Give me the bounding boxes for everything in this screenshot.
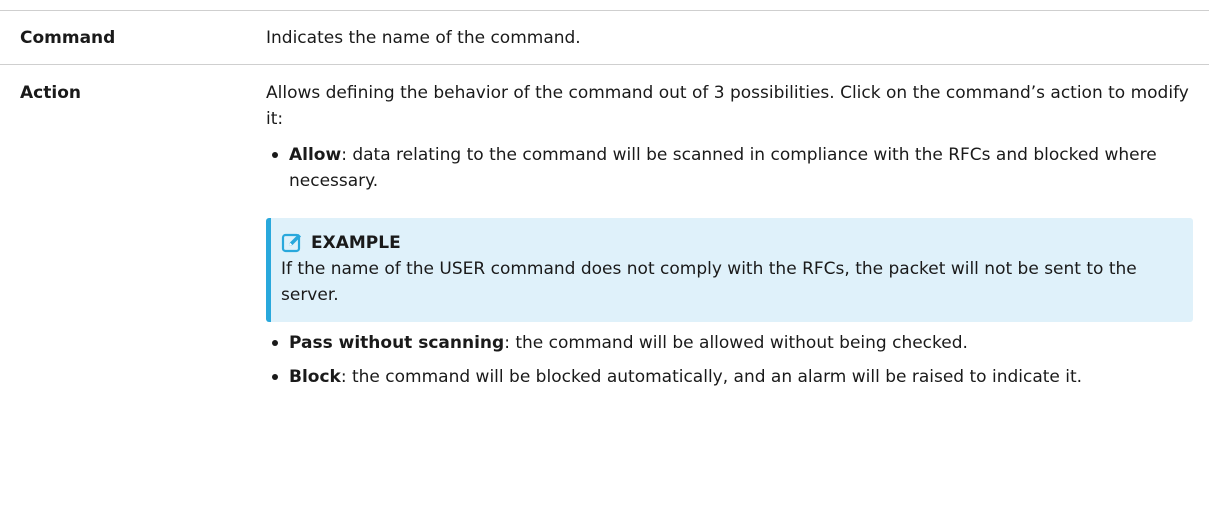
term-command: Command <box>20 28 116 48</box>
description-action: Allows defining the behavior of the comm… <box>266 65 1209 390</box>
option-text-allow: : data relating to the command will be s… <box>289 145 1157 191</box>
option-name-allow: Allow <box>289 145 342 165</box>
example-callout: EXAMPLE If the name of the USER command … <box>266 218 1193 322</box>
table-row-command: Command Indicates the name of the comman… <box>0 10 1209 64</box>
example-text: If the name of the USER command does not… <box>281 259 1137 305</box>
list-item-block: Block: the command will be blocked autom… <box>266 364 1201 390</box>
example-title: EXAMPLE <box>311 233 401 253</box>
bullet-icon <box>272 152 278 158</box>
bullet-icon <box>272 340 278 346</box>
action-intro: Allows defining the behavior of the comm… <box>266 83 1189 129</box>
table-row-action: Action Allows defining the behavior of t… <box>0 64 1209 390</box>
term-action: Action <box>20 83 81 103</box>
option-text-block: : the command will be blocked automatica… <box>340 367 1083 387</box>
list-item-pass-without-scanning: Pass without scanning: the command will … <box>266 330 1201 356</box>
description-command: Indicates the name of the command. <box>266 28 581 48</box>
example-header: EXAMPLE <box>281 230 1179 256</box>
edit-note-icon <box>281 233 301 253</box>
definition-table: Command Indicates the name of the comman… <box>0 10 1209 390</box>
action-options-list-continued: Pass without scanning: the command will … <box>266 330 1201 390</box>
bullet-icon <box>272 374 278 380</box>
action-options-list: Allow: data relating to the command will… <box>266 142 1201 194</box>
option-name-pass-without-scanning: Pass without scanning <box>289 333 505 353</box>
option-text-pass-without-scanning: : the command will be allowed without be… <box>504 333 968 353</box>
list-item-allow: Allow: data relating to the command will… <box>266 142 1201 194</box>
option-name-block: Block <box>289 367 341 387</box>
